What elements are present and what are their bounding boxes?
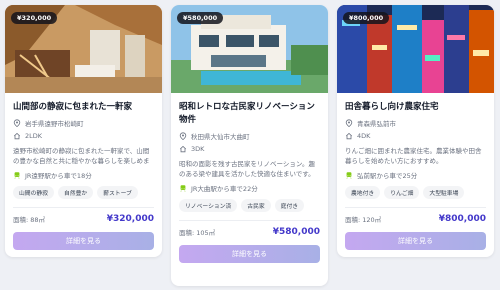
listing-description: 遠野市松崎町の静寂に包まれた一軒家で、山間の豊かな自然と共に穏やかな暮らしを楽し… xyxy=(13,147,150,165)
layout-row: 4DK xyxy=(345,132,486,140)
map-pin-icon xyxy=(13,119,21,127)
listing-description: 昭和の面影を残す古民家をリノベーション。趣のある梁や建具を活かした快適な住まいで… xyxy=(179,160,315,178)
price-text: ¥800,000 xyxy=(438,214,486,224)
layout-text: 3DK xyxy=(191,145,205,153)
feature-tag: 古民家 xyxy=(241,199,271,212)
listing-card[interactable]: ¥320,000 山間部の静寂に包まれた一軒家 岩手県遠野市松崎町 2LDK 遠… xyxy=(5,5,162,257)
listing-photo[interactable]: ¥800,000 xyxy=(337,5,494,93)
view-details-button[interactable]: 詳細を見る xyxy=(13,232,154,250)
transit-text: JR大曲駅から車で22分 xyxy=(191,185,258,193)
feature-tag: 薪ストーブ xyxy=(97,186,138,199)
price-badge: ¥800,000 xyxy=(343,12,390,24)
home-icon xyxy=(345,132,353,140)
listing-grid: ¥320,000 山間部の静寂に包まれた一軒家 岩手県遠野市松崎町 2LDK 遠… xyxy=(5,5,494,286)
feature-tag: 農地付き xyxy=(345,186,381,199)
map-pin-icon xyxy=(345,119,353,127)
view-details-button[interactable]: 詳細を見る xyxy=(345,232,486,250)
price-text: ¥320,000 xyxy=(106,214,154,224)
layout-row: 3DK xyxy=(179,145,320,153)
location-text: 青森県弘前市 xyxy=(357,120,396,128)
transit-text: 弘前駅から車で25分 xyxy=(357,172,418,180)
area-text: 面積: 120㎡ xyxy=(345,216,382,224)
train-icon xyxy=(14,172,20,179)
listing-photo[interactable]: ¥320,000 xyxy=(5,5,162,93)
feature-tag: 庭付き xyxy=(274,199,305,212)
price-badge: ¥580,000 xyxy=(177,12,224,24)
feature-tag: りんご畑 xyxy=(384,186,420,199)
tag-list: 農地付き りんご畑 大型駐車場 xyxy=(345,186,486,199)
divider xyxy=(179,220,320,221)
location-row: 岩手県遠野市松崎町 xyxy=(13,118,154,128)
listing-title: 山間部の静寂に包まれた一軒家 xyxy=(13,102,133,112)
price-badge: ¥320,000 xyxy=(11,12,58,24)
listing-title: 昭和レトロな古民家リノベーション物件 xyxy=(179,102,315,125)
layout-text: 4DK xyxy=(357,132,371,140)
transit-row: 弘前駅から車で25分 xyxy=(345,170,486,180)
location-text: 岩手県遠野市松崎町 xyxy=(25,120,84,128)
view-details-button[interactable]: 詳細を見る xyxy=(179,245,320,263)
train-icon xyxy=(180,185,186,192)
divider xyxy=(13,207,154,208)
transit-row: JR大曲駅から車で22分 xyxy=(179,183,320,193)
listing-description: りんご畑に囲まれた農家住宅。農業体験や田舎暮らしを始めたい方におすすめ。 xyxy=(345,147,482,165)
feature-tag: 山間の静寂 xyxy=(13,186,54,199)
layout-row: 2LDK xyxy=(13,132,154,140)
transit-text: JR遠野駅から車で18分 xyxy=(25,172,92,180)
tag-list: 山間の静寂 自然豊か 薪ストーブ xyxy=(13,186,154,199)
divider xyxy=(345,207,486,208)
listing-title: 田舎暮らし向け農家住宅 xyxy=(345,102,439,112)
transit-row: JR遠野駅から車で18分 xyxy=(13,170,154,180)
tag-list: リノベーション済 古民家 庭付き xyxy=(179,199,320,212)
location-row: 青森県弘前市 xyxy=(345,118,486,128)
layout-text: 2LDK xyxy=(25,132,43,140)
listing-card[interactable]: ¥580,000 昭和レトロな古民家リノベーション物件 秋田県大仙市大曲町 3D… xyxy=(171,5,328,286)
home-icon xyxy=(179,145,187,153)
location-text: 秋田県大仙市大曲町 xyxy=(191,133,250,141)
feature-tag: リノベーション済 xyxy=(179,199,238,212)
train-icon xyxy=(346,172,352,179)
map-pin-icon xyxy=(179,132,187,140)
listing-photo[interactable]: ¥580,000 xyxy=(171,5,328,93)
feature-tag: 自然豊か xyxy=(58,186,94,199)
feature-tag: 大型駐車場 xyxy=(423,186,465,199)
listing-card[interactable]: ¥800,000 田舎暮らし向け農家住宅 青森県弘前市 4DK りんご畑に囲まれ… xyxy=(337,5,494,257)
location-row: 秋田県大仙市大曲町 xyxy=(179,131,320,141)
home-icon xyxy=(13,132,21,140)
price-text: ¥580,000 xyxy=(272,227,320,237)
area-text: 面積: 105㎡ xyxy=(179,229,216,237)
area-text: 面積: 88㎡ xyxy=(13,216,46,224)
